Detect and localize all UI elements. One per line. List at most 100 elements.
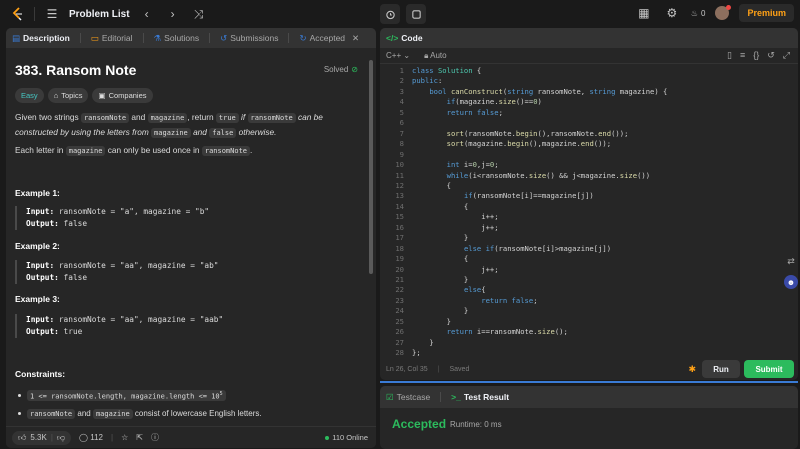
tab-testcase[interactable]: ☑ Testcase	[386, 392, 430, 403]
online-dot-icon	[325, 435, 330, 440]
submit-button[interactable]: Submit	[744, 360, 794, 378]
tab-description[interactable]: ▤ Description	[12, 33, 70, 44]
leetcode-logo-icon[interactable]	[10, 6, 26, 22]
top-bar: ☰ Problem List ‹ › ⤨ ▦ ⚙ ♨ 0 Premium	[0, 0, 800, 28]
thumbs-down-icon[interactable]: 👎︎	[57, 433, 65, 443]
help-icon[interactable]: ⓘ	[151, 432, 159, 443]
line-number: 9	[399, 149, 404, 159]
code-line[interactable]: else{	[412, 285, 486, 294]
line-number: 21	[395, 275, 404, 284]
code-line[interactable]: i++;	[412, 212, 498, 221]
alarm-clock-icon	[385, 10, 395, 19]
side-arrows-icon[interactable]: ⇄	[784, 254, 798, 268]
code-line[interactable]: {	[412, 254, 468, 263]
streak-counter[interactable]: ♨ 0	[691, 9, 706, 18]
list-icon[interactable]: ☰	[43, 7, 61, 21]
problem-title[interactable]: 383. Ransom Note	[15, 62, 136, 78]
line-number: 2	[399, 76, 404, 86]
line-number: 23	[395, 295, 404, 305]
topics-button[interactable]: ⌂ Topics	[47, 88, 89, 103]
format-icon[interactable]: ≡	[740, 50, 745, 61]
reset-icon[interactable]: ↺	[767, 50, 775, 61]
comments-button[interactable]: ◯ 112	[79, 433, 103, 442]
code-line[interactable]: sort(ransomNote.begin(),ransomNote.end()…	[412, 129, 629, 138]
bullet-dot	[18, 394, 21, 398]
tab-editorial[interactable]: ▭ Editorial	[91, 33, 133, 44]
flask-icon: ⚗	[153, 32, 162, 43]
code-line[interactable]: int i=0,j=0;	[412, 160, 499, 169]
fullscreen-icon[interactable]: ⤢	[783, 50, 790, 61]
note-icon	[411, 9, 421, 19]
star-icon[interactable]: ☆	[121, 433, 128, 442]
prev-problem-icon[interactable]: ‹	[138, 7, 156, 21]
divider	[79, 33, 81, 43]
code-line[interactable]: public:	[412, 76, 442, 85]
next-problem-icon[interactable]: ›	[164, 7, 182, 21]
premium-button[interactable]: Premium	[739, 4, 794, 22]
constraint-item: ransomNote and magazine consist of lower…	[18, 409, 262, 419]
line-number: 16	[395, 222, 404, 232]
share-icon[interactable]: ⇱	[136, 433, 143, 442]
description-scrollbar[interactable]	[369, 60, 373, 274]
timer-button[interactable]	[380, 4, 400, 24]
debug-icon[interactable]: ✱	[688, 364, 696, 375]
code-line[interactable]: return false;	[412, 108, 503, 117]
tab-test-result[interactable]: >_ Test Result	[451, 392, 509, 402]
refresh-icon: ↻	[299, 32, 307, 43]
difficulty-badge: Easy	[15, 88, 44, 103]
language-select[interactable]: C++ ⌄	[386, 51, 410, 60]
book-icon: ▭	[90, 32, 99, 43]
code-line[interactable]: {	[412, 181, 451, 190]
user-avatar[interactable]	[715, 5, 732, 20]
code-line[interactable]: if(magazine.size()==0)	[412, 97, 542, 106]
line-number: 25	[395, 316, 404, 326]
code-editor[interactable]: 1 class Solution {2 public: 3 bool canConst…	[380, 66, 798, 358]
line-number: 11	[395, 170, 404, 180]
line-number: 8	[399, 139, 404, 149]
example-2-box: Input: ransomNote = "aa", magazine = "ab…	[15, 260, 355, 284]
code-line[interactable]: {	[412, 202, 468, 211]
bookmark-icon[interactable]: ▯	[727, 50, 732, 61]
notes-button[interactable]	[406, 4, 426, 24]
code-line[interactable]: }	[412, 306, 468, 315]
code-line[interactable]: class Solution {	[412, 66, 481, 75]
problem-list-link[interactable]: Problem List	[69, 9, 130, 20]
code-line[interactable]: };	[412, 348, 421, 357]
code-line[interactable]: return i==ransomNote.size();	[412, 327, 568, 336]
document-icon: ▤	[12, 32, 21, 43]
tab-accepted[interactable]: ↻ Accepted ✕	[299, 33, 359, 44]
assistant-bot-icon[interactable]: ☻	[784, 275, 798, 289]
run-button[interactable]: Run	[702, 360, 740, 378]
constraint-item: 1 <= ransomNote.length, magazine.length …	[18, 390, 226, 402]
line-number: 6	[399, 118, 404, 128]
tab-submissions[interactable]: ↺ Submissions	[220, 33, 278, 44]
code-line[interactable]: sort(magazine.begin(),magazine.end());	[412, 139, 611, 148]
settings-gear-icon[interactable]: ⚙	[663, 6, 681, 20]
line-number: 27	[395, 337, 404, 347]
close-tab-icon[interactable]: ✕	[352, 33, 359, 44]
code-line[interactable]: j++;	[412, 265, 498, 274]
resize-handle[interactable]	[380, 381, 798, 383]
code-line[interactable]: if(ransomNote[i]==magazine[j])	[412, 191, 594, 200]
code-line[interactable]: }	[412, 338, 433, 347]
code-line[interactable]: while(i<ransomNote.size() && j<magazine.…	[412, 171, 650, 180]
line-number: 22	[395, 285, 404, 295]
code-line[interactable]: }	[412, 317, 451, 326]
companies-button[interactable]: ▣ Companies	[92, 88, 153, 103]
code-line[interactable]: return false;	[412, 296, 537, 305]
auto-mode-toggle[interactable]: 🔒︎ Auto	[424, 51, 447, 61]
code-tabs: </> Code	[380, 28, 798, 48]
shuffle-icon[interactable]: ⤨	[190, 7, 208, 22]
code-line[interactable]: j++;	[412, 223, 498, 232]
tab-solutions[interactable]: ⚗ Solutions	[154, 33, 200, 44]
layout-grid-icon[interactable]: ▦	[635, 6, 653, 20]
tab-code[interactable]: </> Code	[386, 33, 423, 43]
line-number: 28	[395, 348, 404, 358]
thumbs-up-icon[interactable]: 👍︎	[18, 433, 26, 443]
problem-note: Each letter in magazine can only be used…	[15, 145, 253, 156]
code-line[interactable]: else if(ransomNote[i]>magazine[j])	[412, 244, 611, 253]
code-line[interactable]: bool canConstruct(string ransomNote, str…	[412, 87, 667, 96]
code-line[interactable]: }	[412, 233, 468, 242]
braces-icon[interactable]: {}	[753, 50, 759, 61]
code-line[interactable]: }	[412, 275, 468, 284]
